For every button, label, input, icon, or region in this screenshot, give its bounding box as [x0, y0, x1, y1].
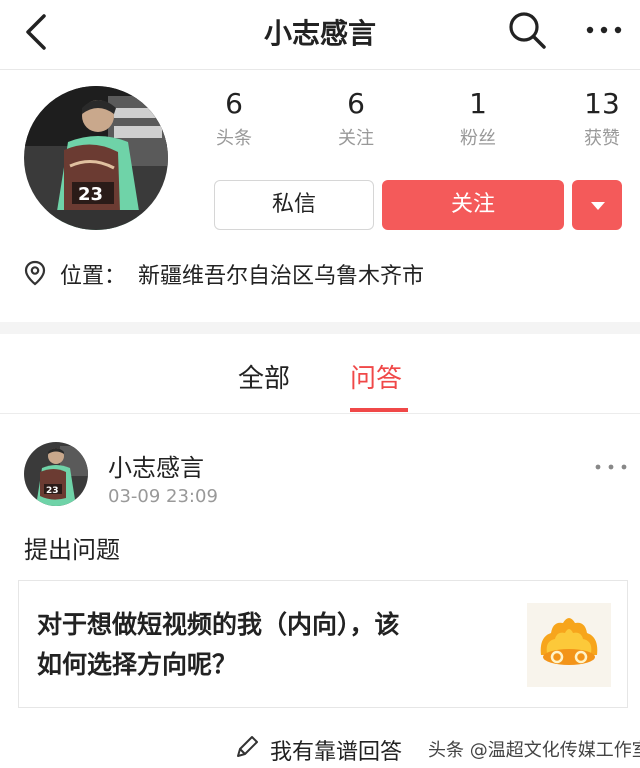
stat-fans[interactable]: 1 粉丝 [438, 86, 518, 150]
private-message-button[interactable]: 私信 [214, 180, 374, 230]
stat-label: 头条 [216, 128, 252, 149]
question-line: 如何选择方向呢？ [37, 650, 238, 679]
more-icon[interactable] [594, 462, 628, 472]
stat-value: 6 [225, 87, 243, 120]
stat-value: 13 [584, 87, 620, 120]
search-icon[interactable] [506, 9, 548, 51]
dropdown-caret-icon[interactable] [572, 180, 622, 230]
post-author-name[interactable]: 小志感言 [108, 448, 204, 483]
svg-text:23: 23 [46, 486, 59, 496]
stat-label: 关注 [338, 128, 374, 149]
post-body-text: 提出问题 [24, 536, 120, 564]
watermark: 头条 @温超文化传媒工作室 [428, 740, 640, 761]
location-value: 新疆维吾尔自治区乌鲁木齐市 [138, 264, 425, 289]
post-timestamp: 03-09 23:09 [108, 486, 218, 507]
stat-likes[interactable]: 13 获赞 [562, 86, 640, 150]
post-author-avatar[interactable]: 23 [24, 442, 88, 506]
svg-text:23: 23 [78, 184, 103, 205]
stat-toutiao[interactable]: 6 头条 [194, 86, 274, 150]
active-tab-indicator [350, 408, 408, 412]
stat-value: 1 [469, 87, 487, 120]
top-nav-bar: 小志感言 [0, 0, 640, 70]
stat-label: 获赞 [584, 128, 620, 149]
follow-button[interactable]: 关注 [382, 180, 564, 230]
profile-avatar[interactable]: 23 [24, 86, 168, 230]
more-icon[interactable] [584, 20, 624, 40]
tab-all[interactable]: 全部 [238, 358, 290, 395]
question-line: 对于想做短视频的我（内向），该 [37, 610, 400, 639]
crown-icon [527, 603, 611, 687]
answer-label: 我有靠谱回答 [270, 740, 403, 765]
tab-qa[interactable]: 问答 [350, 358, 402, 395]
question-title: 对于想做短视频的我（内向），该 如何选择方向呢？ [37, 605, 507, 685]
location-pin-icon [24, 260, 46, 286]
section-divider [0, 322, 640, 334]
pencil-icon [237, 736, 258, 757]
question-card[interactable]: 对于想做短视频的我（内向），该 如何选择方向呢？ [18, 580, 628, 708]
stat-following[interactable]: 6 关注 [316, 86, 396, 150]
content-tabs: 全部 问答 [0, 334, 640, 414]
stat-label: 粉丝 [460, 128, 496, 149]
stat-value: 6 [347, 87, 365, 120]
location-label: 位置： [60, 264, 127, 289]
